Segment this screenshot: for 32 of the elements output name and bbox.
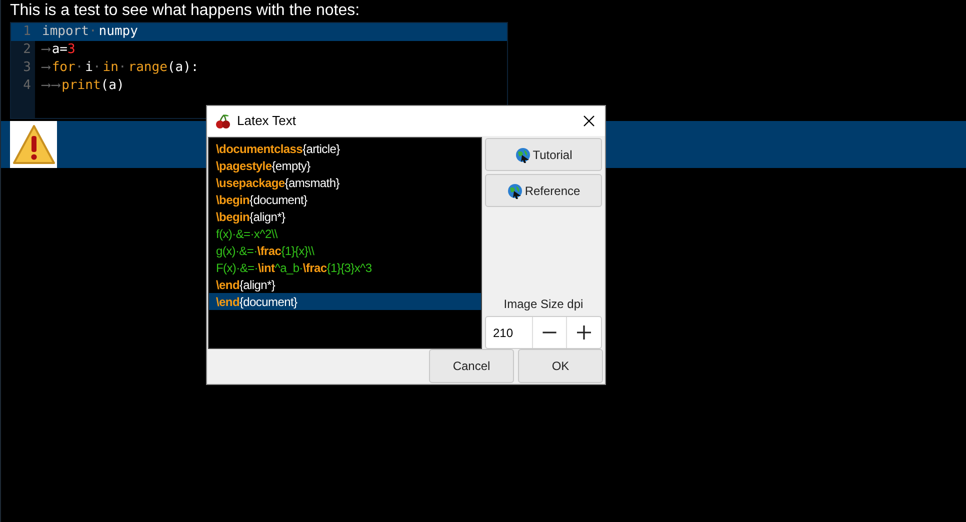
latex-line: F(x)·&=·\int^a_b·\frac{1}{3}x^3 [215,260,373,276]
latex-line: \documentclass{article} [215,140,341,157]
latex-line: f(x)·&=·x^2\\ [215,226,279,242]
link-button[interactable]: Reference [485,174,602,207]
line-number: 4 [11,77,35,95]
dpi-spinbox[interactable]: 210 [485,316,602,349]
code-text: ⟶⟶print(a) [40,77,126,95]
latex-line: \pagestyle{empty} [215,158,312,174]
latex-line: \begin{align*} [215,208,286,225]
cherry-icon [215,114,231,128]
dialog-button[interactable]: Cancel [429,349,514,383]
globe-icon [514,146,531,162]
latex-editor[interactable]: \documentclass{article} \pagestyle{empty} \usepackage{amsmath} \begin{document} \begin{align*} f(x)·&=·x^2\\ g(x)·&=·\frac{1}{x}\\ F(x)·&=·\int^a_b·\frac{1}{3}x^3 \end{align*} \end{document} [208,137,482,349]
link-button[interactable]: Tutorial [485,138,602,171]
latex-line: \begin{document} [215,192,308,208]
line-number: 3 [11,59,35,77]
line-number: 2 [11,41,35,59]
latex-line: \usepackage{amsmath} [215,174,340,191]
code-text: ⟶a=3 [40,41,76,59]
line-number-gutter [11,95,35,118]
globe-icon [506,182,523,198]
line-number: 1 [11,23,35,41]
close-icon[interactable] [583,115,595,127]
code-text: import·numpy [35,23,507,41]
warning-icon [10,121,57,168]
latex-line: \end{align*} [215,276,276,293]
dpi-value: 210 [486,317,533,348]
note-text: This is a test to see what happens with the notes: [9,1,361,21]
code-text: ⟶for·i·in·range(a): [40,59,200,77]
dpi-label: Image Size dpi [502,296,584,313]
latex-line: g(x)·&=·\frac{1}{x}\\ [215,242,316,259]
dialog-button[interactable]: OK [518,349,603,383]
